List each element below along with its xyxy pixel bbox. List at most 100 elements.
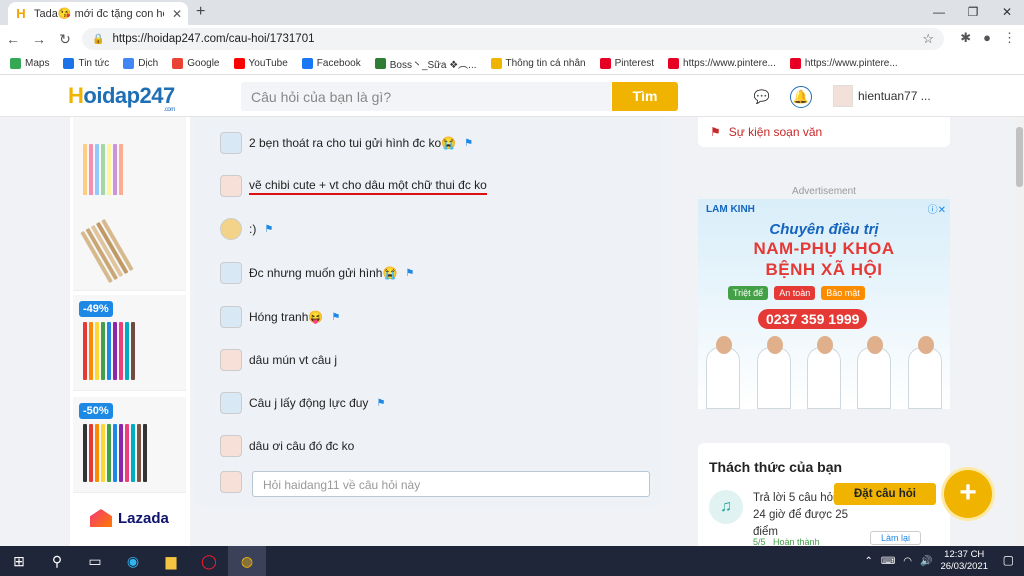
bookmark-item[interactable]: Thông tin cá nhân	[490, 58, 586, 69]
bookmark-item[interactable]: Facebook	[301, 58, 361, 69]
bookmark-label: https://www.pintere...	[683, 58, 776, 69]
product-ad-2[interactable]	[73, 195, 186, 291]
profile-icon[interactable]: ●	[983, 30, 991, 46]
network-icon[interactable]: ⌨	[881, 556, 895, 567]
ad-close-icon[interactable]: ⓘ✕	[928, 201, 946, 216]
ad-line-2: NAM-PHỤ KHOA	[753, 239, 895, 258]
bookmark-label: Maps	[25, 58, 50, 69]
tab-title: Tada😘 mới đc tặng con heo cute	[34, 8, 164, 20]
report-flag-icon[interactable]: ⚑	[464, 138, 473, 149]
commenter-avatar[interactable]	[220, 349, 242, 371]
menu-icon[interactable]: ⋮	[1003, 30, 1016, 46]
minimize-button[interactable]: —	[922, 0, 956, 25]
bookmarks-bar: Maps Tin tức Dịch Google YouTube Facebook Boss…	[0, 53, 1024, 75]
tab-strip: H Tada😘 mới đc tặng con heo cute ✕ + — ❐…	[0, 0, 1024, 25]
close-tab-icon[interactable]: ✕	[172, 7, 182, 21]
commenter-avatar[interactable]	[220, 306, 242, 328]
bookmark-star-icon[interactable]: ☆	[922, 31, 934, 47]
opera-icon[interactable]: ◯	[190, 546, 228, 576]
bookmark-label: Dịch	[138, 58, 159, 69]
scrollbar-thumb[interactable]	[1016, 127, 1023, 187]
bookmark-icon	[668, 58, 680, 69]
music-note-icon: ♫	[709, 490, 743, 524]
back-button[interactable]: ←	[0, 31, 26, 47]
browser-tab[interactable]: H Tada😘 mới đc tặng con heo cute ✕	[8, 2, 188, 25]
page-scrollbar[interactable]	[1015, 117, 1024, 546]
bookmark-item[interactable]: Maps	[10, 58, 49, 69]
task-view-icon[interactable]: ▭	[76, 546, 114, 576]
bookmark-label: YouTube	[248, 58, 288, 69]
search-button[interactable]: Tìm	[612, 82, 678, 111]
chrome-icon[interactable]: ◍	[228, 546, 266, 576]
notifications-icon[interactable]: ▢	[1003, 553, 1014, 567]
bookmark-icon	[599, 58, 611, 69]
bookmark-item[interactable]: YouTube	[233, 58, 288, 69]
restore-button[interactable]: ❐	[956, 0, 990, 25]
search-input[interactable]: Câu hỏi của bạn là gì?	[241, 82, 611, 111]
clinic-ad-banner[interactable]: LAM KINH ⓘ✕ Chuyên điều trị NAM-PHỤ KHOA…	[698, 199, 950, 409]
bookmark-item[interactable]: Tin tức	[63, 58, 109, 69]
comment-thread: Hỏi haidang11 về câu hỏi này 2 bẹn thoát…	[195, 117, 662, 507]
new-tab-button[interactable]: +	[196, 3, 205, 21]
lock-icon: 🔒	[92, 33, 105, 45]
edge-icon[interactable]: ◉	[114, 546, 152, 576]
wifi-icon[interactable]: ◠	[903, 556, 912, 567]
browser-toolbar: ← → ↻ 🔒 https://hoidap247.com/cau-hoi/17…	[0, 25, 1024, 53]
reply-input[interactable]: Hỏi haidang11 về câu hỏi này	[252, 471, 650, 497]
product-ad-3[interactable]: -49%	[73, 295, 186, 391]
report-flag-icon[interactable]: ⚑	[376, 398, 385, 409]
lazada-logo[interactable]: Lazada	[90, 509, 169, 527]
ask-question-label[interactable]: Đặt câu hỏi	[834, 483, 936, 505]
ask-question-plus-button[interactable]: +	[944, 470, 992, 518]
event-link[interactable]: ⚑ Sự kiện soạn văn	[698, 117, 950, 147]
comment-text: vẽ chibi cute + vt cho dâu một chữ thui …	[249, 178, 487, 195]
comment-text: 2 bẹn thoát ra cho tui gửi hình đc ko😭	[249, 136, 457, 150]
bookmark-label: Thông tin cá nhân	[505, 58, 586, 69]
bookmark-label: Pinterest	[614, 58, 655, 69]
bell-icon[interactable]: 🔔	[790, 86, 812, 108]
commenter-avatar[interactable]	[220, 132, 242, 154]
volume-icon[interactable]: 🔊	[920, 556, 932, 567]
comment-text: dâu mún vt câu j	[249, 353, 338, 367]
commenter-avatar[interactable]	[220, 392, 242, 414]
commenter-avatar[interactable]	[220, 262, 242, 284]
close-window-button[interactable]: ✕	[990, 0, 1024, 25]
ad-tag: An toàn	[774, 286, 816, 300]
commenter-avatar[interactable]	[220, 435, 242, 457]
windows-start-icon[interactable]: ⊞	[0, 546, 38, 576]
product-ad-4[interactable]: -50%	[73, 397, 186, 493]
report-flag-icon[interactable]: ⚑	[331, 312, 340, 323]
bookmark-label: https://www.pintere...	[804, 58, 898, 69]
username[interactable]: hientuan77 ...	[858, 89, 931, 103]
report-flag-icon[interactable]: ⚑	[264, 224, 273, 235]
bookmark-item[interactable]: Pinterest	[599, 58, 655, 69]
report-flag-icon[interactable]: ⚑	[405, 268, 414, 279]
bookmark-item[interactable]: Dịch	[123, 58, 158, 69]
bookmark-item[interactable]: https://www.pintere...	[789, 58, 898, 69]
bookmark-item[interactable]: Boss丶_Sữa ❖︵...	[374, 56, 477, 71]
file-explorer-icon[interactable]: ▆	[152, 546, 190, 576]
bookmark-item[interactable]: https://www.pintere...	[668, 58, 776, 69]
forward-button[interactable]: →	[26, 31, 52, 47]
bookmark-icon	[63, 58, 75, 69]
comment-item: Đc nhưng muốn gửi hình😭 ⚑	[220, 262, 414, 284]
address-bar[interactable]: 🔒 https://hoidap247.com/cau-hoi/1731701 …	[82, 28, 944, 50]
extensions-icon[interactable]: ✱	[960, 30, 971, 46]
bookmark-item[interactable]: Google	[172, 58, 220, 69]
clock[interactable]: 12:37 CH 26/03/2021	[940, 549, 988, 573]
reply-avatar	[220, 471, 242, 493]
ad-line-1: Chuyên điều trị	[769, 221, 879, 238]
ad-label: Advertisement	[792, 186, 856, 197]
search-icon[interactable]: ⚲	[38, 546, 76, 576]
site-header: Hoidap247 .com Câu hỏi của bạn là gì? Tìm…	[0, 75, 1024, 117]
commenter-avatar[interactable]	[220, 175, 242, 197]
commenter-avatar[interactable]	[220, 218, 242, 240]
retry-button[interactable]: Làm lại	[870, 531, 922, 545]
discount-badge: -50%	[79, 403, 113, 419]
user-avatar[interactable]	[833, 85, 853, 107]
reload-button[interactable]: ↻	[52, 31, 78, 48]
bookmark-label: Boss丶_Sữa ❖︵...	[389, 60, 477, 71]
tray-chevron-icon[interactable]: ⌃	[864, 556, 872, 567]
chat-icon[interactable]: 💬	[751, 86, 773, 108]
site-logo[interactable]: Hoidap247 .com	[68, 83, 175, 113]
